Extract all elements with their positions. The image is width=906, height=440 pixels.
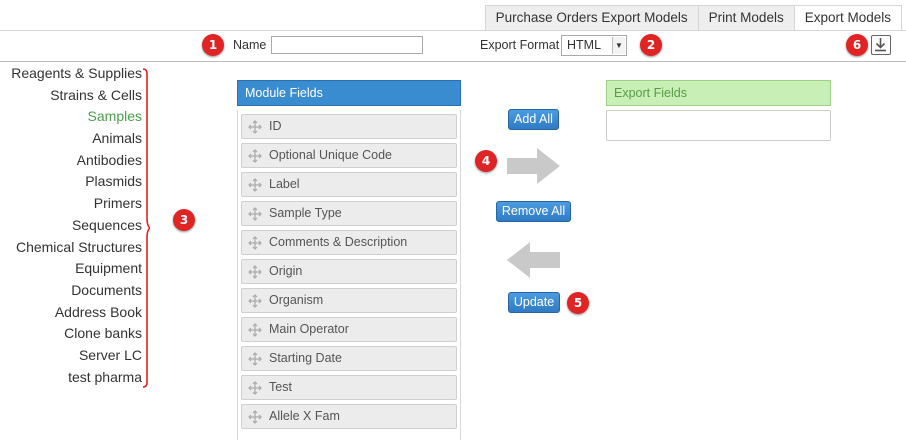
move-icon [248, 207, 262, 221]
callout-badge-6: 6 [846, 34, 868, 56]
module-item-samples[interactable]: Samples [11, 106, 142, 128]
add-all-button[interactable]: Add All [508, 109, 559, 130]
callout-badge-3: 3 [173, 209, 195, 231]
module-item-reagents-supplies[interactable]: Reagents & Supplies [11, 63, 142, 85]
module-item-server-lc[interactable]: Server LC [11, 345, 142, 367]
chevron-down-icon: ▼ [612, 37, 625, 54]
module-item-documents[interactable]: Documents [11, 280, 142, 302]
field-item-sample-type[interactable]: Sample Type [241, 201, 457, 226]
module-item-plasmids[interactable]: Plasmids [11, 171, 142, 193]
field-label: Origin [269, 264, 303, 278]
callout-badge-2: 2 [640, 34, 662, 56]
arrow-left-icon[interactable] [507, 242, 560, 278]
field-item-id[interactable]: ID [241, 114, 457, 139]
move-icon [248, 294, 262, 308]
move-icon [248, 120, 262, 134]
move-icon [248, 323, 262, 337]
module-item-primers[interactable]: Primers [11, 193, 142, 215]
tab-export-models[interactable]: Export Models [793, 5, 902, 31]
tab-print-models[interactable]: Print Models [697, 5, 795, 31]
move-icon [248, 178, 262, 192]
module-item-sequences[interactable]: Sequences [11, 215, 142, 237]
field-label: Test [269, 380, 292, 394]
move-icon [248, 381, 262, 395]
field-item-origin[interactable]: Origin [241, 259, 457, 284]
callout-badge-1: 1 [202, 34, 224, 56]
move-icon [248, 410, 262, 424]
name-input[interactable] [271, 36, 423, 54]
module-item-antibodies[interactable]: Antibodies [11, 150, 142, 172]
module-item-animals[interactable]: Animals [11, 128, 142, 150]
field-label: Sample Type [269, 206, 342, 220]
field-item-test[interactable]: Test [241, 375, 457, 400]
field-label: Optional Unique Code [269, 148, 392, 162]
name-label: Name [233, 38, 267, 52]
move-icon [248, 149, 262, 163]
callout-badge-5: 5 [567, 292, 589, 314]
remove-all-button[interactable]: Remove All [496, 201, 571, 222]
module-list: Reagents & Supplies Strains & Cells Samp… [11, 63, 142, 388]
callout-badge-4: 4 [475, 150, 497, 172]
module-fields-header: Module Fields [237, 80, 461, 106]
field-label: ID [269, 119, 282, 133]
export-fields-header: Export Fields [606, 80, 831, 106]
module-fields-list: ID Optional Unique Code Label Sample Typ… [237, 110, 461, 440]
module-item-equipment[interactable]: Equipment [11, 258, 142, 280]
field-item-allele-x-fam[interactable]: Allele X Fam [241, 404, 457, 429]
field-item-label[interactable]: Label [241, 172, 457, 197]
tab-purchase-orders-export-models[interactable]: Purchase Orders Export Models [484, 5, 699, 31]
export-format-select[interactable]: HTML ▼ [561, 35, 627, 56]
field-item-organism[interactable]: Organism [241, 288, 457, 313]
module-item-clone-banks[interactable]: Clone banks [11, 323, 142, 345]
bracket-annotation [142, 68, 150, 388]
move-icon [248, 352, 262, 366]
move-icon [248, 236, 262, 250]
tab-divider [0, 30, 906, 31]
module-item-test-pharma[interactable]: test pharma [11, 367, 142, 389]
field-item-main-operator[interactable]: Main Operator [241, 317, 457, 342]
module-item-strains-cells[interactable]: Strains & Cells [11, 85, 142, 107]
field-label: Organism [269, 293, 324, 307]
export-fields-dropzone[interactable] [606, 110, 831, 141]
field-label: Label [269, 177, 300, 191]
export-format-value: HTML [567, 38, 602, 52]
form-divider [0, 61, 906, 62]
export-format-label: Export Format [480, 38, 560, 52]
arrow-right-icon[interactable] [507, 148, 560, 184]
module-item-address-book[interactable]: Address Book [11, 302, 142, 324]
field-item-starting-date[interactable]: Starting Date [241, 346, 457, 371]
update-button[interactable]: Update [508, 292, 560, 313]
field-item-comments-description[interactable]: Comments & Description [241, 230, 457, 255]
field-label: Allele X Fam [269, 409, 340, 423]
export-tabs: Purchase Orders Export Models Print Mode… [484, 5, 902, 31]
module-item-chemical-structures[interactable]: Chemical Structures [11, 237, 142, 259]
field-label: Main Operator [269, 322, 349, 336]
move-icon [248, 265, 262, 279]
field-label: Comments & Description [269, 235, 408, 249]
download-icon[interactable] [871, 35, 891, 55]
field-label: Starting Date [269, 351, 342, 365]
field-item-optional-unique-code[interactable]: Optional Unique Code [241, 143, 457, 168]
